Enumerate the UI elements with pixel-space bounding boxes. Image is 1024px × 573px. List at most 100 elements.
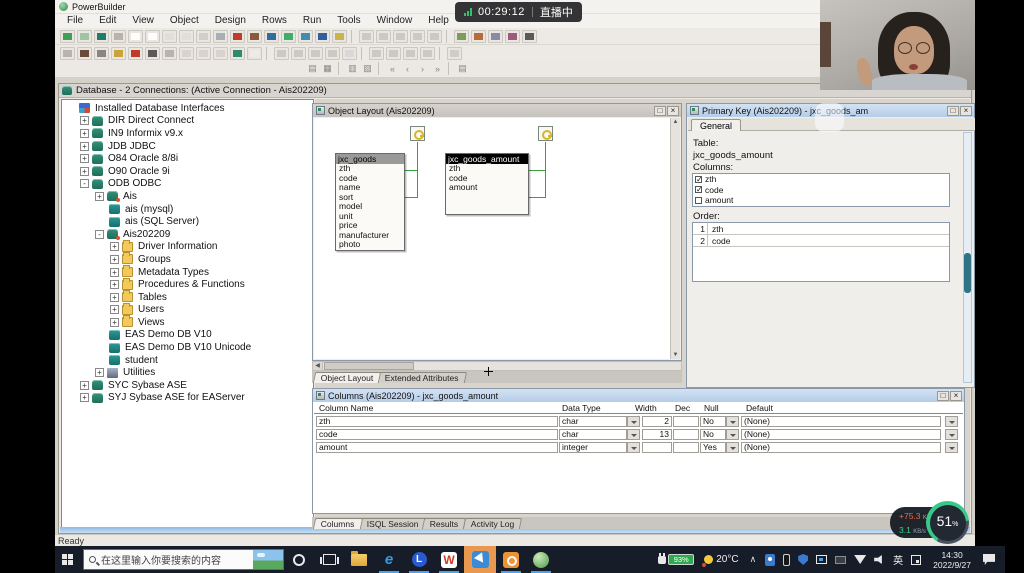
hscroll-thumb[interactable] xyxy=(324,362,414,370)
battery-indicator[interactable]: 93% xyxy=(668,554,694,565)
close-button[interactable]: × xyxy=(950,391,962,401)
expander-icon[interactable]: + xyxy=(80,167,89,176)
tree-item-users[interactable]: +Users xyxy=(62,304,313,317)
dec-cell[interactable] xyxy=(673,416,699,427)
columns-titlebar[interactable]: Columns (Ais202209) - jxc_goods_amount □… xyxy=(313,389,964,402)
cascade-icon[interactable] xyxy=(359,30,374,43)
object-layout-hscrollbar[interactable]: ◀ xyxy=(312,361,682,371)
object-layout-titlebar[interactable]: Object Layout (Ais202209) □× xyxy=(313,104,681,117)
tray-expand-icon[interactable]: ∧ xyxy=(750,554,757,565)
menu-edit[interactable]: Edit xyxy=(91,14,124,28)
expander-icon[interactable]: - xyxy=(95,230,104,239)
tree-item-o90-oracle-9i[interactable]: +O90 Oracle 9i xyxy=(62,165,313,178)
undo-icon[interactable] xyxy=(369,47,384,60)
phone-icon[interactable] xyxy=(783,554,790,566)
database-painter-icon[interactable] xyxy=(264,30,279,43)
expander-icon[interactable]: + xyxy=(80,154,89,163)
scroll-up-icon[interactable]: ▲ xyxy=(673,119,679,125)
expander-icon[interactable]: + xyxy=(110,293,119,302)
wps-button[interactable]: W xyxy=(434,546,464,573)
key-columns-listbox[interactable]: zthcodeamount xyxy=(692,173,950,207)
tab-columns[interactable]: Columns xyxy=(313,518,363,529)
expander-icon[interactable]: + xyxy=(80,393,89,402)
query-icon[interactable] xyxy=(471,30,486,43)
tree-item-tables[interactable]: +Tables xyxy=(62,291,313,304)
menu-tools[interactable]: Tools xyxy=(329,14,368,28)
datawindow-painter-icon[interactable] xyxy=(145,30,160,43)
tree-item-o84-oracle-8-8i[interactable]: +O84 Oracle 8/8i xyxy=(62,152,313,165)
usage-ball-widget[interactable]: 51 % xyxy=(926,501,969,544)
tree-item-jdb-jdbc[interactable]: +JDB JDBC xyxy=(62,140,313,153)
debug-icon[interactable] xyxy=(247,30,262,43)
tree-item-ais202209[interactable]: -Ais202209 xyxy=(62,228,313,241)
display-icon[interactable] xyxy=(816,555,827,564)
tree-item-installed-database-interfaces[interactable]: Installed Database Interfaces xyxy=(62,102,313,115)
drop-object-icon[interactable] xyxy=(128,47,143,60)
default-dropdown-icon[interactable] xyxy=(945,416,958,427)
search-highlight-thumbnail[interactable] xyxy=(253,550,283,569)
open-icon[interactable] xyxy=(94,30,109,43)
width-cell[interactable] xyxy=(642,442,672,453)
dec-cell[interactable] xyxy=(673,442,699,453)
library-painter-icon[interactable] xyxy=(298,30,313,43)
file-explorer-button[interactable] xyxy=(344,546,374,573)
checkbox-icon[interactable] xyxy=(695,176,702,183)
touch-keyboard-icon[interactable] xyxy=(911,555,921,565)
cortana-button[interactable] xyxy=(284,546,314,573)
maximize-button[interactable]: □ xyxy=(654,106,666,116)
pipeline-icon[interactable] xyxy=(454,30,469,43)
column-name-cell[interactable]: code xyxy=(316,429,558,440)
default-dropdown-icon[interactable] xyxy=(945,442,958,453)
expander-icon[interactable]: + xyxy=(110,255,119,264)
null-cell[interactable]: Yes xyxy=(700,442,726,453)
expander-icon[interactable]: + xyxy=(95,192,104,201)
redo-icon[interactable] xyxy=(386,47,401,60)
tree-item-driver-information[interactable]: +Driver Information xyxy=(62,241,313,254)
table-box-jxc-goods-amount[interactable]: jxc_goods_amountzthcodeamount xyxy=(445,153,529,215)
primary-key-icon[interactable] xyxy=(410,126,425,141)
function-icon[interactable] xyxy=(488,30,503,43)
minimize-all-icon[interactable] xyxy=(410,30,425,43)
prior-page-icon[interactable]: ‹ xyxy=(401,63,414,75)
security-shield-icon[interactable] xyxy=(798,554,808,565)
tree-item-ais[interactable]: +Ais xyxy=(62,190,313,203)
vscroll-thumb[interactable] xyxy=(964,253,971,293)
data-type-dropdown-icon[interactable] xyxy=(627,416,640,427)
key-column-code[interactable]: code xyxy=(693,185,949,196)
expander-icon[interactable]: + xyxy=(110,242,119,251)
width-cell[interactable]: 2 xyxy=(642,416,672,427)
insert-row-icon[interactable]: ▤ xyxy=(306,63,319,75)
column-name-cell[interactable]: amount xyxy=(316,442,558,453)
tree-item-eas-demo-db-v10[interactable]: EAS Demo DB V10 xyxy=(62,329,313,342)
expander-icon[interactable]: + xyxy=(110,268,119,277)
scroll-left-icon[interactable]: ◀ xyxy=(313,362,323,370)
db-profile-icon[interactable] xyxy=(315,30,330,43)
key-column-amount[interactable]: amount xyxy=(693,195,949,206)
table-field-photo[interactable]: photo xyxy=(336,240,404,250)
menu-help[interactable]: Help xyxy=(420,14,457,28)
network-icon[interactable] xyxy=(854,555,866,564)
menu-object[interactable]: Object xyxy=(162,14,207,28)
print-icon[interactable] xyxy=(145,47,160,60)
default-cell[interactable]: (None) xyxy=(741,429,941,440)
object-browser-icon[interactable] xyxy=(281,30,296,43)
properties-icon[interactable] xyxy=(162,47,177,60)
last-page-icon[interactable]: » xyxy=(431,63,444,75)
list-icon[interactable] xyxy=(196,30,211,43)
data-type-dropdown-icon[interactable] xyxy=(627,442,640,453)
app-l-button[interactable]: L xyxy=(404,546,434,573)
key-column-zth[interactable]: zth xyxy=(693,174,949,185)
tree-item-odb-odbc[interactable]: -ODB ODBC xyxy=(62,178,313,191)
usb-device-icon[interactable] xyxy=(765,554,775,566)
primary-key-vscrollbar[interactable] xyxy=(963,132,972,383)
null-cell[interactable]: No xyxy=(700,429,726,440)
exit-icon[interactable] xyxy=(522,30,537,43)
tree-item-metadata-types[interactable]: +Metadata Types xyxy=(62,266,313,279)
menu-window[interactable]: Window xyxy=(369,14,421,28)
scroll-down-icon[interactable]: ▼ xyxy=(673,352,679,358)
tree-item-ais-mysql[interactable]: ais (mysql) xyxy=(62,203,313,216)
tree-item-syc-sybase-ase[interactable]: +SYC Sybase ASE xyxy=(62,379,313,392)
expander-icon[interactable]: + xyxy=(110,280,119,289)
table-box-jxc-goods[interactable]: jxc_goodszthcodenamesortmodelunitpricema… xyxy=(335,153,405,251)
table-field-amount[interactable]: amount xyxy=(446,183,528,193)
